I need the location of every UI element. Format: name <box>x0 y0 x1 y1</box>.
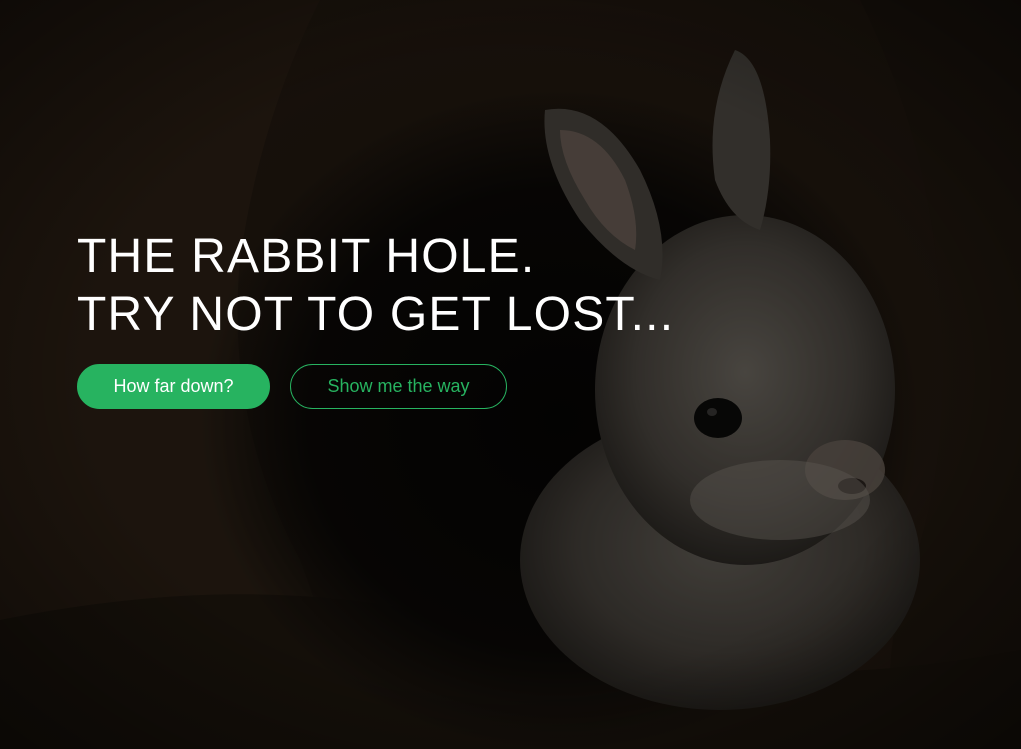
headline-line-2: TRY NOT TO GET LOST... <box>77 288 675 341</box>
hero-content: THE RABBIT HOLE. TRY NOT TO GET LOST... … <box>77 228 777 409</box>
hero-section: THE RABBIT HOLE. TRY NOT TO GET LOST... … <box>0 0 1021 749</box>
show-me-the-way-button[interactable]: Show me the way <box>290 364 507 409</box>
headline-line-1: THE RABBIT HOLE. <box>77 230 536 283</box>
hero-actions: How far down? Show me the way <box>77 364 777 409</box>
hero-headline: THE RABBIT HOLE. TRY NOT TO GET LOST... <box>77 228 777 344</box>
how-far-down-button[interactable]: How far down? <box>77 364 270 409</box>
